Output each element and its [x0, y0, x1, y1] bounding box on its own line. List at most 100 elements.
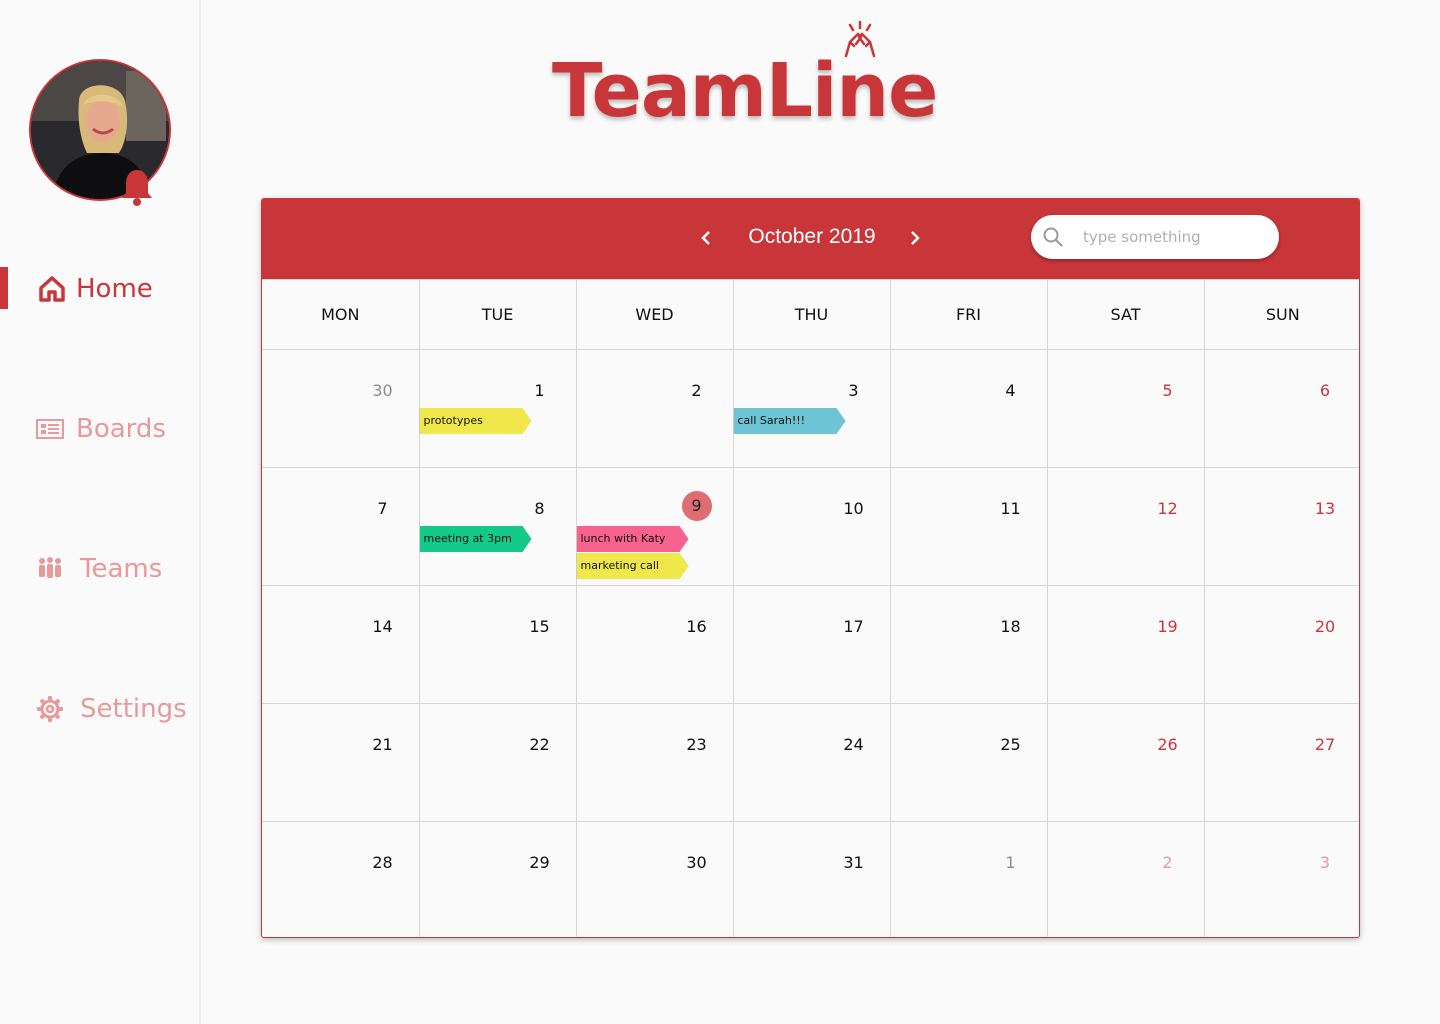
- calendar-grid: MON TUE WED THU FRI SAT SUN 30 1 prototypes 2 3 cal…: [262, 279, 1359, 937]
- calendar-day-cell[interactable]: 6: [1203, 349, 1359, 468]
- calendar-day-cell[interactable]: 14: [262, 585, 420, 704]
- sidebar-item-settings[interactable]: Settings: [0, 688, 200, 732]
- notification-bell-icon[interactable]: [119, 167, 155, 207]
- weekday-header-sat: SAT: [1046, 279, 1205, 350]
- calendar-day-cell[interactable]: 26: [1046, 703, 1205, 822]
- day-number: 1: [1005, 853, 1016, 872]
- calendar-day-cell[interactable]: 20: [1203, 585, 1359, 704]
- calendar-event[interactable]: prototypes: [419, 408, 532, 434]
- search-icon: [1043, 227, 1063, 247]
- weekday-header-thu: THU: [732, 279, 891, 350]
- calendar: October 2019 MONTUEWEDTHUFRISATSUN 301pr…: [261, 198, 1360, 938]
- calendar-day-cell[interactable]: 11: [889, 467, 1048, 586]
- gear-icon: [36, 695, 64, 723]
- calendar-day-cell[interactable]: 10: [732, 467, 891, 586]
- calendar-day-cell[interactable]: 22: [418, 703, 577, 822]
- calendar-day-cell[interactable]: 24: [732, 703, 891, 822]
- calendar-day-cell[interactable]: 30: [575, 821, 734, 937]
- weekday-header-mon: MON: [262, 279, 420, 350]
- calendar-event[interactable]: lunch with Katy: [576, 526, 689, 552]
- day-number: 24: [843, 735, 864, 754]
- day-number: 23: [686, 735, 707, 754]
- day-number: 6: [1319, 381, 1331, 400]
- day-number: 19: [1157, 617, 1178, 636]
- calendar-day-cell[interactable]: 5: [1046, 349, 1205, 468]
- calendar-day-cell[interactable]: 13: [1203, 467, 1359, 586]
- day-number: 16: [686, 617, 707, 636]
- calendar-day-cell[interactable]: 1 prototypes: [418, 349, 577, 468]
- calendar-day-cell[interactable]: 16: [575, 585, 734, 704]
- day-number: 3: [848, 381, 859, 400]
- calendar-event[interactable]: marketing call: [576, 553, 689, 579]
- calendar-day-cell[interactable]: 4: [889, 349, 1048, 468]
- day-number: 3: [1319, 853, 1331, 872]
- calendar-day-cell[interactable]: 19: [1046, 585, 1205, 704]
- weekday-header-tue: TUE: [418, 279, 577, 350]
- chevron-left-icon: [701, 231, 710, 245]
- day-number: 15: [529, 617, 550, 636]
- calendar-day-cell[interactable]: 8 meeting at 3pm: [418, 467, 577, 586]
- sidebar-item-teams[interactable]: Teams: [0, 548, 200, 592]
- calendar-day-cell[interactable]: 17: [732, 585, 891, 704]
- calendar-header: October 2019: [262, 199, 1359, 279]
- weekday-header-fri: FRI: [889, 279, 1048, 350]
- sidebar-item-label: Settings: [80, 694, 187, 724]
- calendar-week-row: 21 22 23 24 25 26 27: [262, 703, 1359, 822]
- sidebar-item-label: Boards: [76, 414, 166, 444]
- day-number: 27: [1314, 735, 1336, 754]
- day-number: 11: [1000, 499, 1021, 518]
- day-number: 30: [686, 853, 707, 872]
- calendar-day-cell[interactable]: 12: [1046, 467, 1205, 586]
- search-input[interactable]: [1083, 223, 1263, 251]
- calendar-day-cell[interactable]: 3 call Sarah!!!: [732, 349, 891, 468]
- calendar-day-cell[interactable]: 18: [889, 585, 1048, 704]
- day-number: 21: [372, 735, 393, 754]
- profile[interactable]: [29, 59, 171, 206]
- sidebar-item-label: Teams: [80, 554, 163, 584]
- calendar-day-cell[interactable]: 23: [575, 703, 734, 822]
- calendar-day-cell[interactable]: 29: [418, 821, 577, 937]
- day-number: 2: [691, 381, 702, 400]
- calendar-day-cell[interactable]: 3: [1203, 821, 1359, 937]
- sidebar-item-home[interactable]: Home: [0, 268, 200, 312]
- calendar-day-cell[interactable]: 30: [262, 349, 420, 468]
- day-number: 29: [529, 853, 550, 872]
- calendar-day-cell[interactable]: 28: [262, 821, 420, 937]
- day-number: 12: [1157, 499, 1178, 518]
- day-number: 31: [843, 853, 864, 872]
- day-number: 10: [843, 499, 864, 518]
- calendar-day-cell[interactable]: 2: [1046, 821, 1205, 937]
- next-month-button[interactable]: [902, 225, 928, 251]
- day-number: 26: [1157, 735, 1178, 754]
- day-number: 7: [377, 499, 388, 518]
- calendar-day-cell[interactable]: 1: [889, 821, 1048, 937]
- calendar-day-cell[interactable]: 15: [418, 585, 577, 704]
- day-number: 1: [534, 381, 545, 400]
- today-day-number: 9: [681, 491, 712, 521]
- day-number: 4: [1005, 381, 1016, 400]
- month-title: October 2019: [748, 225, 876, 248]
- sidebar-item-label: Home: [76, 274, 153, 304]
- calendar-day-cell[interactable]: 7: [262, 467, 420, 586]
- calendar-day-cell[interactable]: 27: [1203, 703, 1359, 822]
- search-box[interactable]: [1031, 215, 1279, 259]
- calendar-day-cell[interactable]: 25: [889, 703, 1048, 822]
- day-number: 14: [372, 617, 393, 636]
- calendar-event[interactable]: call Sarah!!!: [733, 408, 846, 434]
- sidebar-item-boards[interactable]: Boards: [0, 408, 200, 452]
- calendar-week-row: 14 15 16 17 18 19 20: [262, 585, 1359, 704]
- day-number: 30: [372, 381, 393, 400]
- calendar-day-cell[interactable]: 2: [575, 349, 734, 468]
- teams-icon: [37, 557, 63, 579]
- calendar-day-cell[interactable]: 9 lunch with Katy marketing call: [575, 467, 734, 586]
- home-icon: [38, 276, 66, 302]
- chevron-right-icon: [911, 231, 920, 245]
- calendar-day-cell[interactable]: 21: [262, 703, 420, 822]
- day-number: 18: [1000, 617, 1021, 636]
- previous-month-button[interactable]: [693, 225, 719, 251]
- day-number: 25: [1000, 735, 1021, 754]
- calendar-event[interactable]: meeting at 3pm: [419, 526, 532, 552]
- calendar-day-cell[interactable]: 31: [732, 821, 891, 937]
- day-number: 8: [534, 499, 545, 518]
- day-number: 28: [372, 853, 393, 872]
